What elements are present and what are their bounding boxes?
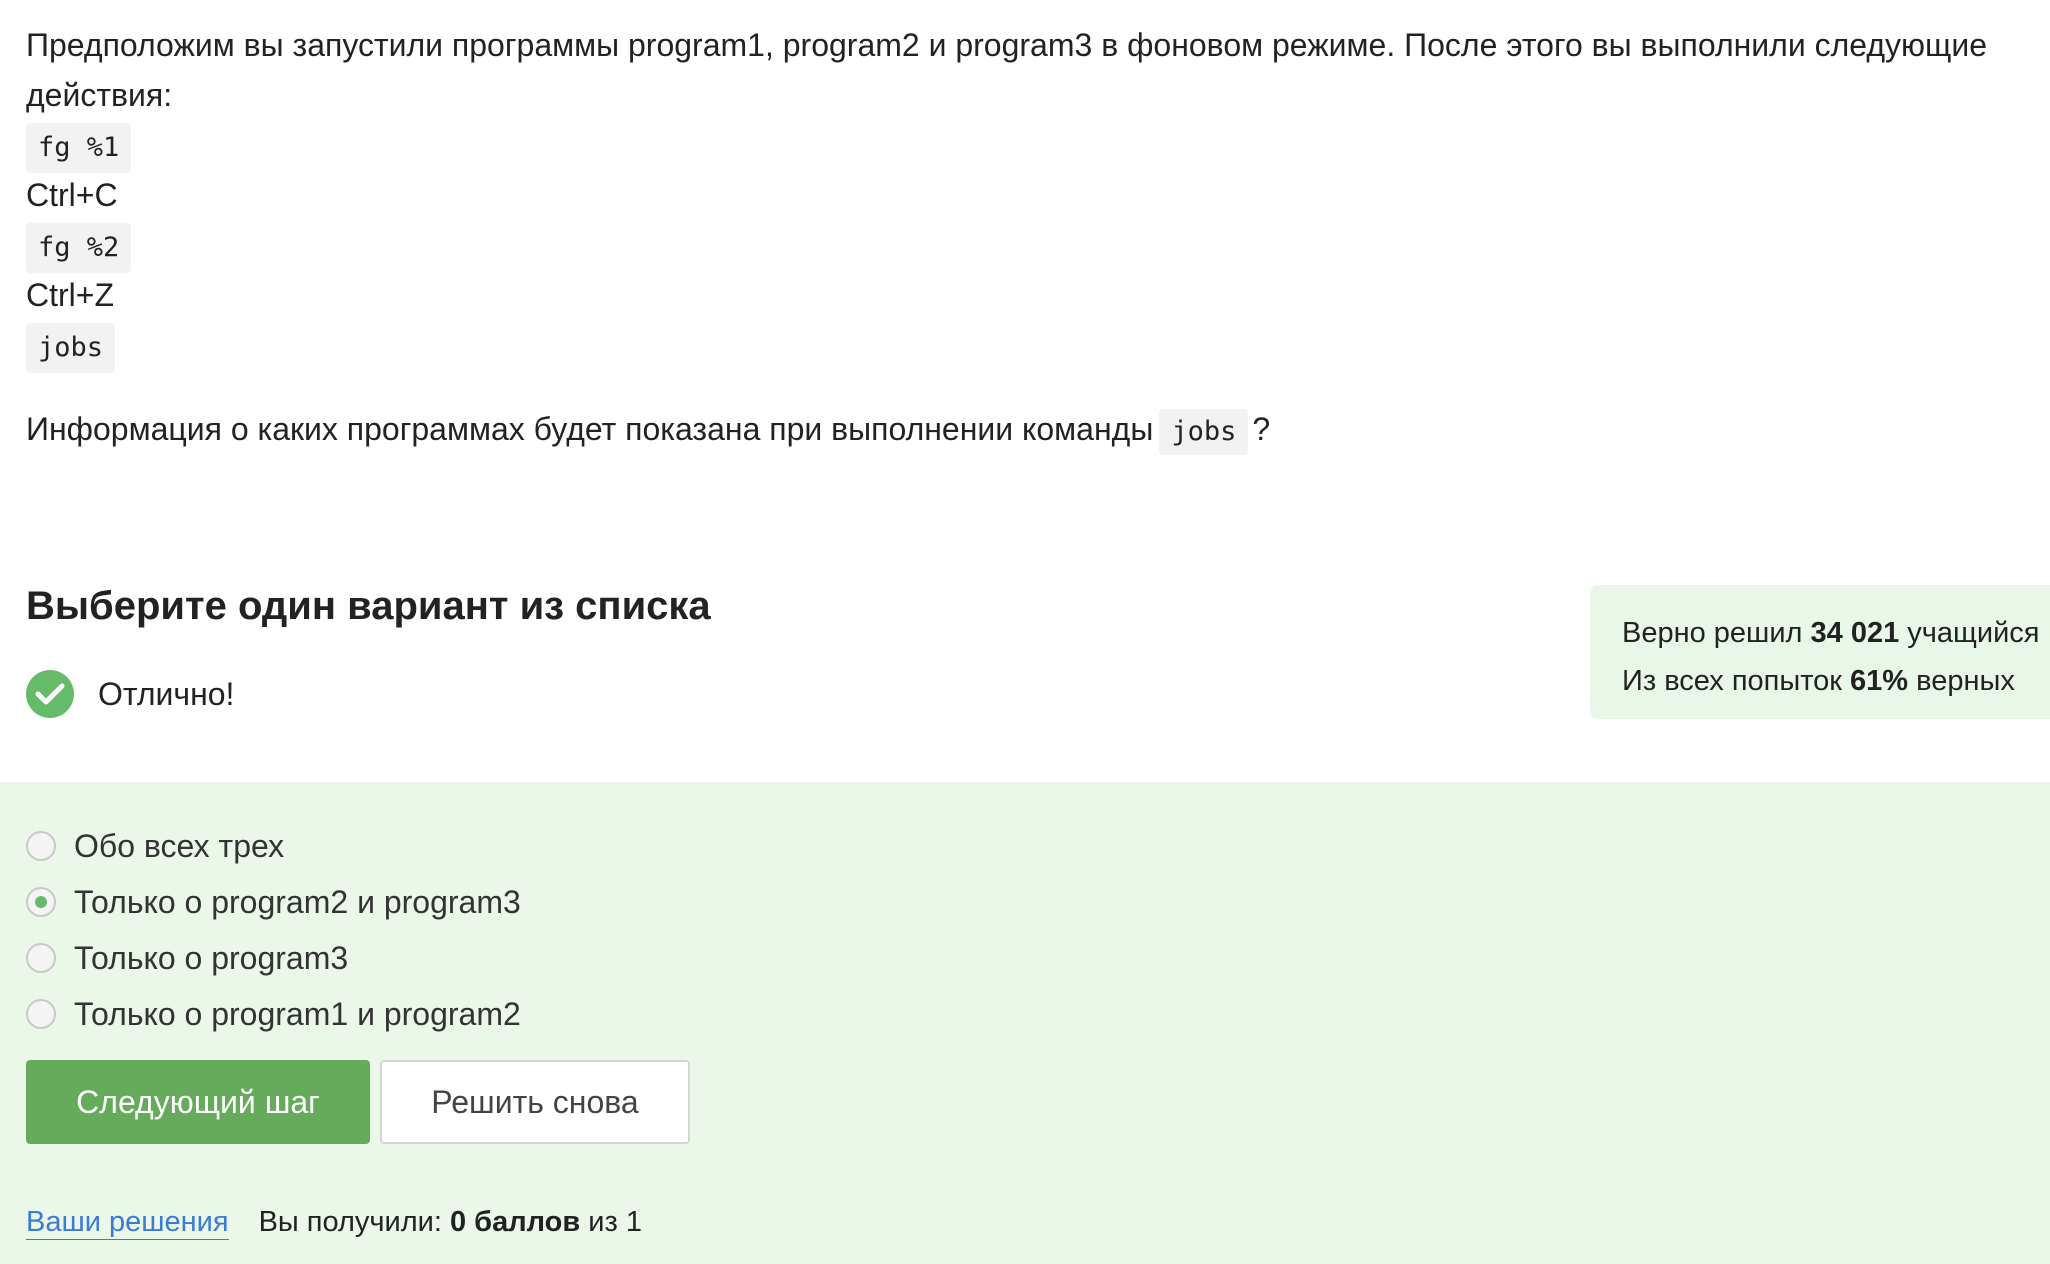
question-ask: Информация о каких программах будет пока…: [26, 404, 2026, 455]
footer: Ваши решения Вы получили: 0 баллов из 1: [26, 1206, 642, 1240]
radio-button[interactable]: [26, 999, 56, 1029]
page: Предположим вы запустили программы progr…: [0, 0, 2050, 1264]
stats-attempts-suffix: верных: [1916, 665, 2015, 697]
stats-attempts: Из всех попыток 61% верных: [1622, 657, 2050, 705]
option-label: Только о program1 и program2: [74, 995, 521, 1032]
score-suffix: из 1: [588, 1206, 642, 1238]
option-label: Обо всех трех: [74, 827, 285, 864]
inline-code: jobs: [1159, 408, 1249, 455]
option-2[interactable]: Только о program2 и program3: [26, 874, 521, 930]
next-step-button[interactable]: Следующий шаг: [26, 1060, 370, 1144]
radio-button[interactable]: [26, 831, 56, 861]
stats-solved-suffix: учащийся: [1907, 617, 2040, 649]
score-text: Вы получили: 0 баллов из 1: [259, 1206, 642, 1239]
option-label: Только о program2 и program3: [74, 883, 521, 920]
step-4: Ctrl+Z: [26, 277, 114, 313]
code-snippet: jobs: [26, 323, 116, 373]
check-icon: [26, 670, 74, 718]
stats-attempts-percent: 61%: [1850, 665, 1909, 697]
options-list: Обо всех трех Только о program2 и progra…: [26, 818, 521, 1042]
stats-solved: Верно решил 34 021 учащийся: [1622, 609, 2050, 657]
question-ask-mark: ?: [1252, 411, 1271, 447]
stats-attempts-prefix: Из всех попыток: [1622, 665, 1842, 697]
your-solutions-link[interactable]: Ваши решения: [26, 1206, 229, 1240]
step-5: jobs: [26, 320, 2026, 373]
radio-button[interactable]: [26, 943, 56, 973]
stats-solved-count: 34 021: [1810, 617, 1900, 649]
retry-button[interactable]: Решить снова: [380, 1060, 690, 1144]
option-label: Только о program3: [74, 939, 349, 976]
stats-panel: Верно решил 34 021 учащийся Из всех попы…: [1590, 585, 2050, 719]
step-1: fg %1: [26, 120, 2026, 173]
option-3[interactable]: Только о program3: [26, 930, 521, 986]
action-buttons: Следующий шаг Решить снова: [26, 1060, 690, 1144]
code-snippet: fg %1: [26, 123, 132, 173]
radio-button-selected[interactable]: [26, 887, 56, 917]
option-1[interactable]: Обо всех трех: [26, 818, 521, 874]
code-snippet: fg %2: [26, 223, 132, 273]
result-text: Отлично!: [98, 675, 235, 712]
result-status: Отлично!: [26, 670, 234, 718]
score-value: 0 баллов: [449, 1206, 581, 1238]
question-ask-text: Информация о каких программах будет пока…: [26, 411, 1154, 447]
stats-solved-prefix: Верно решил: [1622, 617, 1803, 649]
answers-area: Обо всех трех Только о program2 и progra…: [0, 782, 2050, 1264]
option-4[interactable]: Только о program1 и program2: [26, 986, 521, 1042]
score-prefix: Вы получили:: [258, 1206, 442, 1238]
question-body: Предположим вы запустили программы progr…: [26, 20, 2026, 455]
step-3: fg %2: [26, 220, 2026, 273]
question-intro: Предположим вы запустили программы progr…: [26, 27, 1988, 113]
section-title: Выберите один вариант из списка: [26, 584, 711, 628]
step-2: Ctrl+C: [26, 177, 118, 213]
